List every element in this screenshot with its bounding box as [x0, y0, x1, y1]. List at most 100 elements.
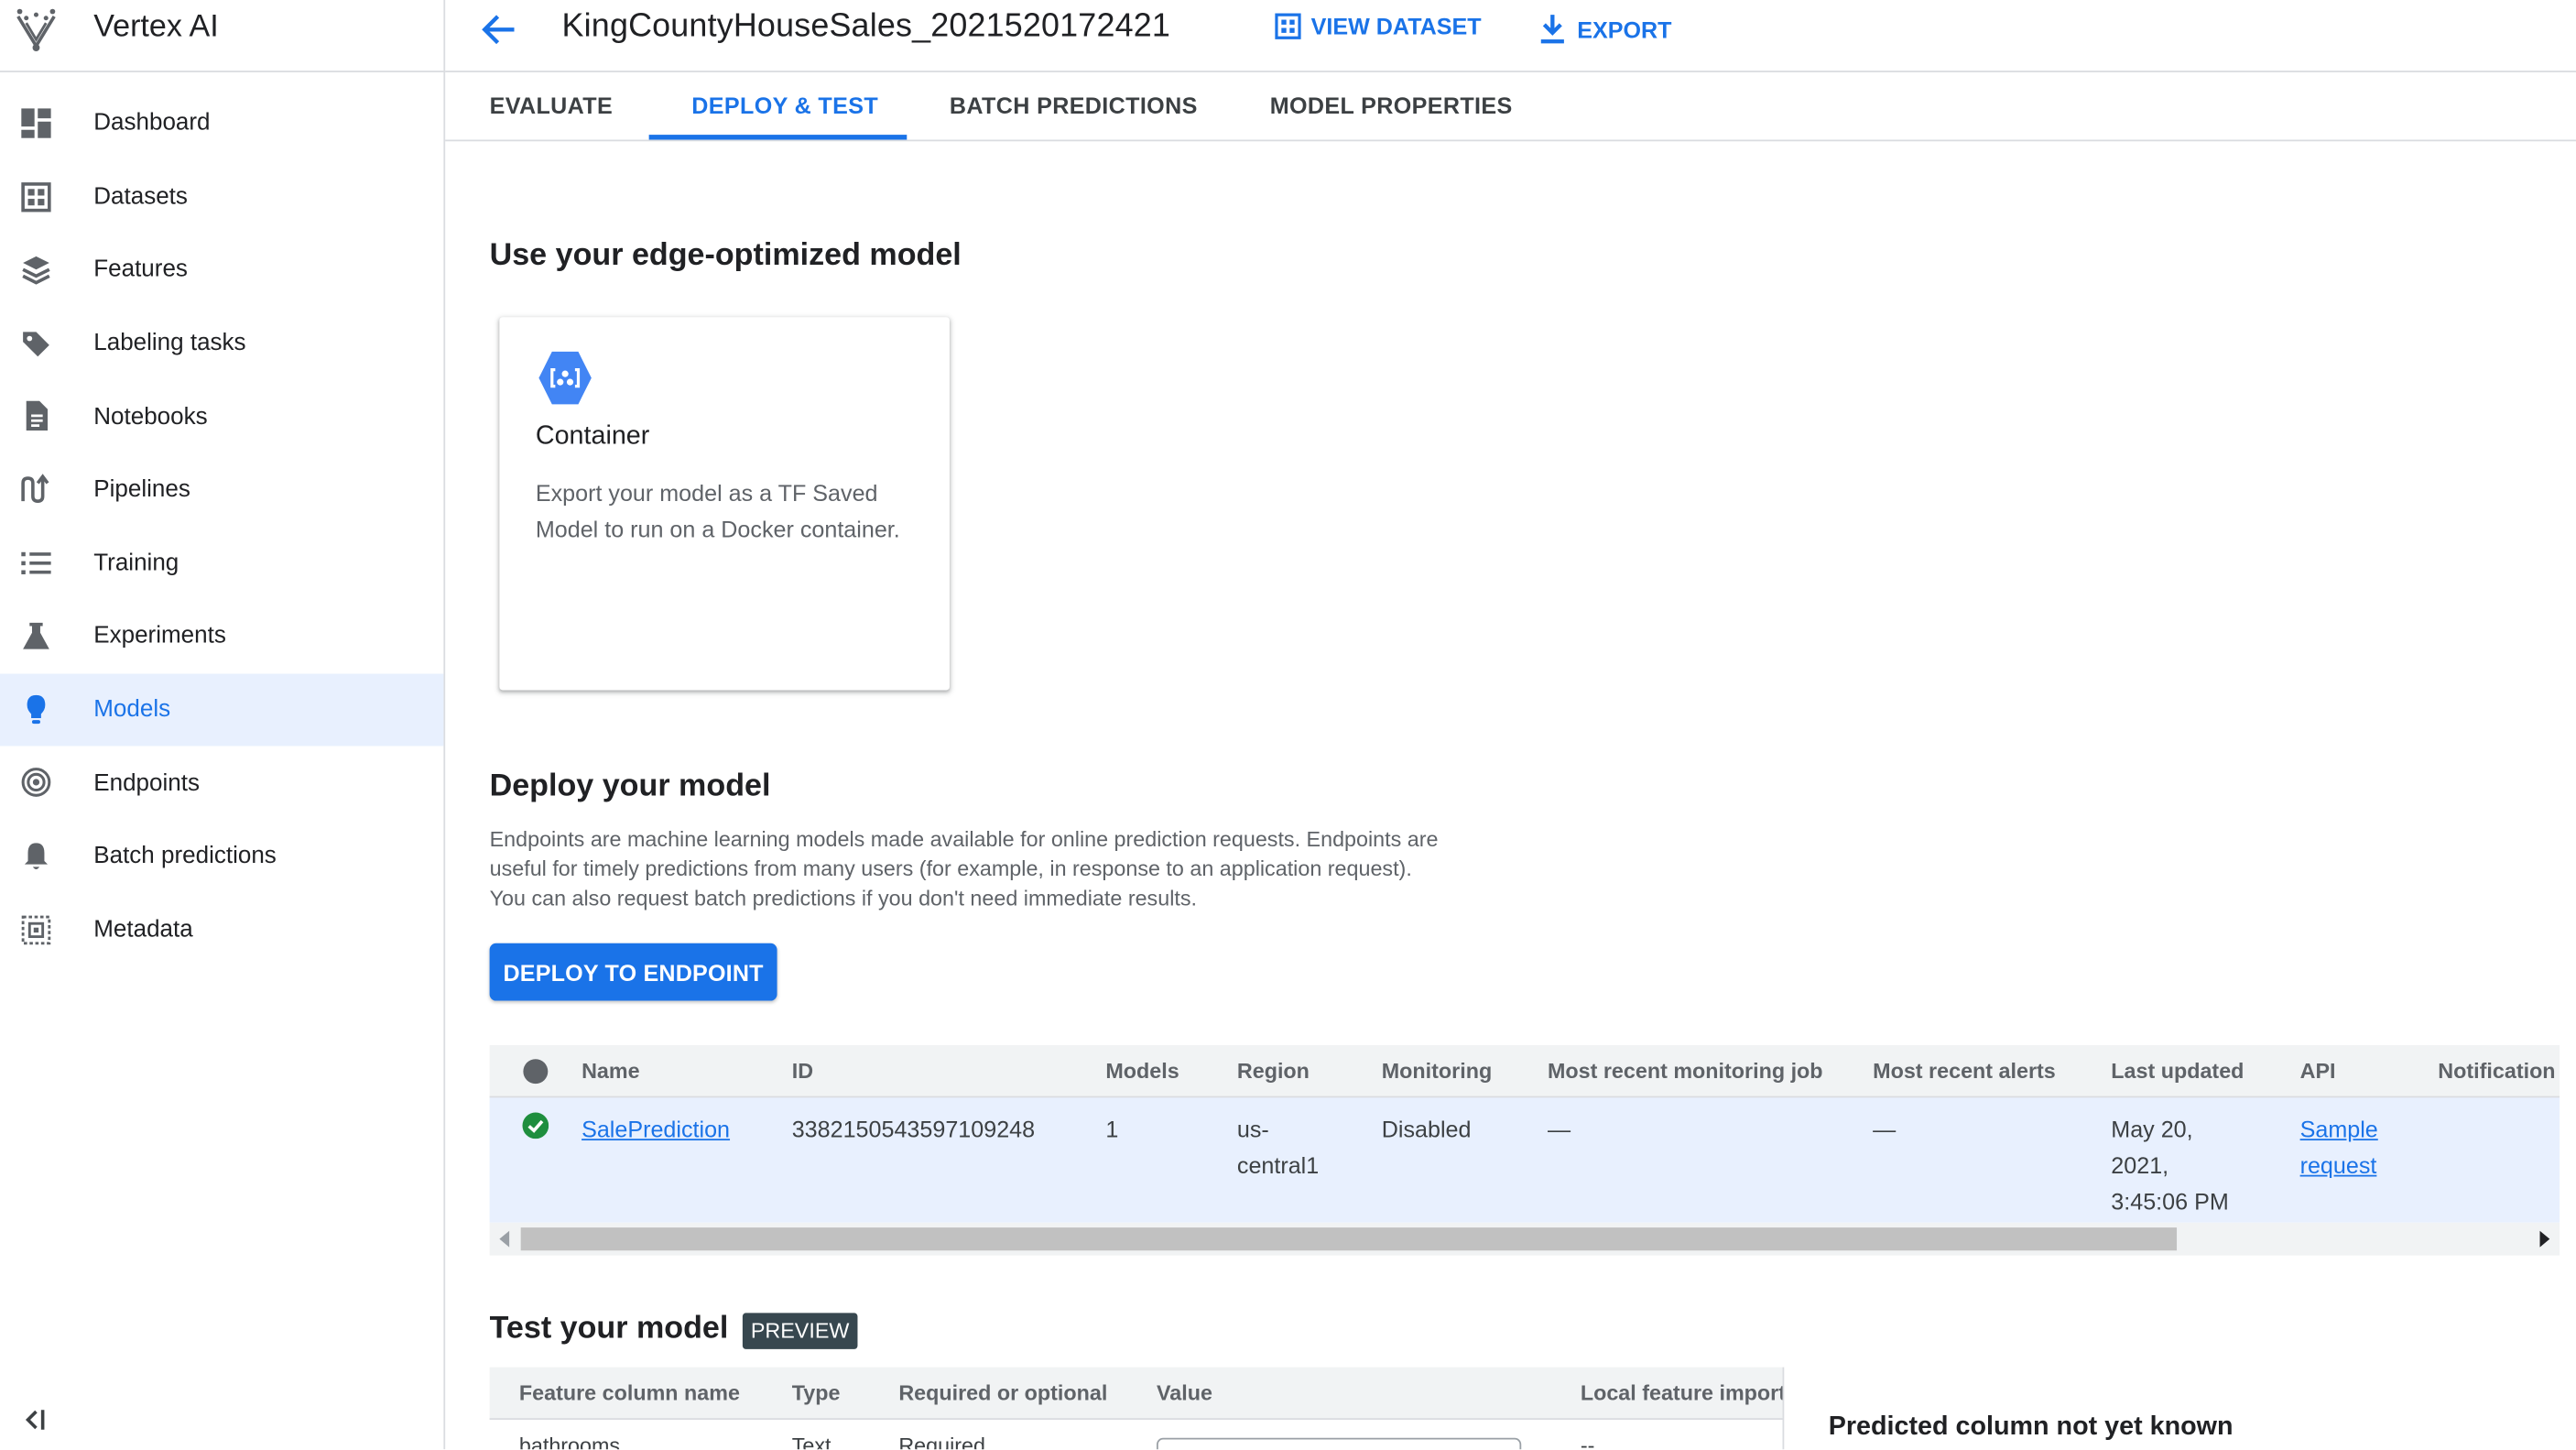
- success-check-icon: [522, 1112, 549, 1139]
- active-tab-indicator: [648, 135, 908, 140]
- sidebar-item-label: Dashboard: [93, 110, 211, 137]
- preview-badge: PREVIEW: [742, 1313, 858, 1349]
- sidebar-item-batch-predictions[interactable]: Batch predictions: [0, 820, 443, 893]
- sidebar-item-label: Datasets: [93, 183, 188, 211]
- sidebar-item-label: Pipelines: [93, 476, 190, 504]
- dashboard-icon: [21, 108, 51, 138]
- column-header[interactable]: Region: [1237, 1058, 1310, 1083]
- page-header: KingCountyHouseSales_2021520172421 VIEW …: [445, 0, 2576, 72]
- feature-name: bathrooms: [518, 1433, 621, 1450]
- flask-icon: [23, 623, 49, 649]
- endpoint-id: 3382150543597109248: [791, 1116, 1036, 1142]
- column-header[interactable]: Feature column name: [519, 1380, 740, 1405]
- feature-value-input[interactable]: [1156, 1437, 1522, 1450]
- feature-type: Text: [791, 1433, 831, 1450]
- scroll-left-arrow-icon[interactable]: [499, 1230, 510, 1248]
- table-row: SalePrediction 3382150543597109248 1 us-…: [489, 1097, 2560, 1223]
- notebook-icon: [26, 401, 49, 431]
- horizontal-scrollbar[interactable]: [489, 1222, 2560, 1256]
- feature-required: Required: [898, 1433, 985, 1450]
- endpoint-recent-alerts: —: [1873, 1116, 1897, 1142]
- test-model-heading: Test your model: [489, 1311, 729, 1346]
- deploy-to-endpoint-button[interactable]: DEPLOY TO ENDPOINT: [489, 943, 777, 1001]
- tab-bar: EVALUATE DEPLOY & TEST BATCH PREDICTIONS…: [445, 72, 2576, 142]
- sidebar-item-label: Endpoints: [93, 769, 200, 797]
- sidebar-item-metadata[interactable]: Metadata: [0, 893, 443, 966]
- sidebar-item-dashboard[interactable]: Dashboard: [0, 87, 443, 160]
- column-header[interactable]: Monitoring: [1382, 1058, 1492, 1083]
- sidebar-item-endpoints[interactable]: Endpoints: [0, 747, 443, 820]
- sidebar-item-label: Experiments: [93, 623, 226, 650]
- edge-model-heading: Use your edge-optimized model: [489, 238, 962, 273]
- download-icon: [1540, 15, 1564, 44]
- endpoints-table: Name ID Models Region Monitoring Most re…: [489, 1044, 2560, 1256]
- sample-request-link[interactable]: Sample request: [2300, 1111, 2399, 1183]
- lightbulb-icon: [27, 694, 46, 724]
- table-header: Name ID Models Region Monitoring Most re…: [489, 1044, 2560, 1098]
- deploy-description: Endpoints are machine learning models ma…: [489, 826, 1439, 910]
- tab-model-properties[interactable]: MODEL PROPERTIES: [1270, 72, 1513, 140]
- column-header[interactable]: API: [2300, 1058, 2336, 1083]
- sidebar-item-features[interactable]: Features: [0, 234, 443, 307]
- endpoint-last-updated: May 20, 2021, 3:45:06 PM: [2111, 1116, 2229, 1215]
- training-list-icon: [21, 551, 51, 574]
- column-header[interactable]: Local feature importa: [1581, 1380, 1783, 1405]
- scrollbar-thumb[interactable]: [520, 1227, 2178, 1251]
- endpoint-recent-job: —: [1547, 1116, 1571, 1142]
- endpoint-models-count: 1: [1105, 1116, 1119, 1142]
- datasets-icon: [21, 181, 51, 212]
- feature-table: Feature column name Type Required or opt…: [489, 1367, 1785, 1450]
- column-header[interactable]: Most recent alerts: [1873, 1058, 2056, 1083]
- pipelines-icon: [21, 474, 49, 503]
- app-root: Vertex AI Dashboard Datasets Features La…: [0, 0, 2576, 1450]
- features-icon: [22, 256, 50, 285]
- tab-batch-predictions[interactable]: BATCH PREDICTIONS: [950, 72, 1198, 140]
- card-title: Container: [535, 422, 650, 451]
- card-description: Export your model as a TF Saved Model to…: [535, 479, 900, 543]
- column-header[interactable]: Most recent monitoring job: [1548, 1058, 1823, 1083]
- vertex-ai-logo-icon: [16, 8, 56, 51]
- back-arrow-icon[interactable]: [478, 10, 521, 49]
- table-grid-icon: [1275, 13, 1301, 39]
- sidebar-item-notebooks[interactable]: Notebooks: [0, 380, 443, 453]
- container-hexagon-icon: [538, 351, 592, 405]
- column-header[interactable]: Type: [792, 1380, 841, 1405]
- deploy-heading: Deploy your model: [489, 769, 771, 804]
- sidebar: Vertex AI Dashboard Datasets Features La…: [0, 0, 446, 1450]
- endpoint-name-link[interactable]: SalePrediction: [582, 1111, 730, 1147]
- view-dataset-label: VIEW DATASET: [1310, 13, 1482, 40]
- sidebar-nav: Dashboard Datasets Features Labeling tas…: [0, 87, 444, 966]
- label-tag-icon: [23, 331, 49, 356]
- sidebar-item-datasets[interactable]: Datasets: [0, 160, 443, 234]
- sidebar-item-experiments[interactable]: Experiments: [0, 600, 443, 673]
- sidebar-item-label: Metadata: [93, 916, 193, 943]
- sidebar-item-labeling-tasks[interactable]: Labeling tasks: [0, 307, 443, 380]
- sidebar-item-label: Labeling tasks: [93, 330, 246, 357]
- column-header[interactable]: Required or optional: [898, 1380, 1107, 1405]
- export-button[interactable]: EXPORT: [1538, 13, 1672, 46]
- sidebar-item-pipelines[interactable]: Pipelines: [0, 453, 443, 527]
- column-header[interactable]: Value: [1157, 1380, 1212, 1405]
- metadata-icon: [21, 914, 51, 944]
- column-header[interactable]: ID: [792, 1058, 813, 1083]
- view-dataset-button[interactable]: VIEW DATASET: [1275, 13, 1482, 39]
- sidebar-item-label: Features: [93, 256, 188, 284]
- status-header-icon: [523, 1059, 549, 1085]
- column-header[interactable]: Notification: [2438, 1058, 2555, 1083]
- scroll-right-arrow-icon[interactable]: [2539, 1230, 2550, 1248]
- sidebar-item-models[interactable]: Models: [0, 673, 444, 747]
- export-label: EXPORT: [1577, 16, 1672, 43]
- sidebar-item-training[interactable]: Training: [0, 527, 443, 600]
- tab-evaluate[interactable]: EVALUATE: [490, 72, 614, 140]
- container-export-card[interactable]: Container Export your model as a TF Save…: [499, 317, 950, 691]
- column-header[interactable]: Models: [1105, 1058, 1179, 1083]
- brand-bar: Vertex AI: [0, 0, 446, 72]
- column-header[interactable]: Last updated: [2111, 1058, 2244, 1083]
- sidebar-item-label: Training: [93, 550, 179, 577]
- tab-deploy-test[interactable]: DEPLOY & TEST: [691, 72, 878, 140]
- column-header[interactable]: Name: [582, 1058, 640, 1083]
- sidebar-item-label: Batch predictions: [93, 843, 277, 870]
- sidebar-item-label: Models: [93, 696, 171, 724]
- collapse-sidebar-icon[interactable]: [20, 1405, 49, 1434]
- bell-icon: [24, 843, 49, 869]
